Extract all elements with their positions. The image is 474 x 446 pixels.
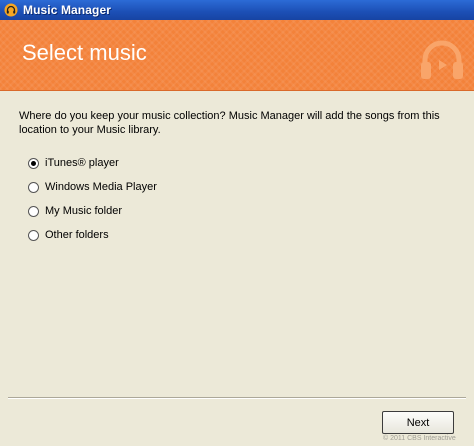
divider xyxy=(8,397,466,399)
radio-label: iTunes® player xyxy=(45,157,119,169)
radio-option-my-music-folder[interactable]: My Music folder xyxy=(28,203,122,219)
radio-button[interactable] xyxy=(28,157,39,169)
window-title: Music Manager xyxy=(23,3,111,17)
header-banner: Select music xyxy=(0,20,474,91)
radio-button[interactable] xyxy=(28,205,39,217)
radio-button[interactable] xyxy=(28,181,39,193)
headphones-icon xyxy=(4,3,18,17)
watermark-text: © 2011 CBS Interactive xyxy=(383,435,456,442)
radio-option-itunes[interactable]: iTunes® player xyxy=(28,155,119,171)
radio-label: Other folders xyxy=(45,229,109,241)
radio-option-windows-media-player[interactable]: Windows Media Player xyxy=(28,179,157,195)
next-button[interactable]: Next xyxy=(382,411,454,434)
radio-button[interactable] xyxy=(28,229,39,241)
radio-label: My Music folder xyxy=(45,205,123,217)
title-bar: Music Manager xyxy=(0,0,474,20)
page-title: Select music xyxy=(22,40,147,65)
instruction-text: Where do you keep your music collection?… xyxy=(19,110,440,136)
headphones-icon xyxy=(416,34,468,86)
radio-option-other-folders[interactable]: Other folders xyxy=(28,227,109,243)
radio-label: Windows Media Player xyxy=(45,181,157,193)
